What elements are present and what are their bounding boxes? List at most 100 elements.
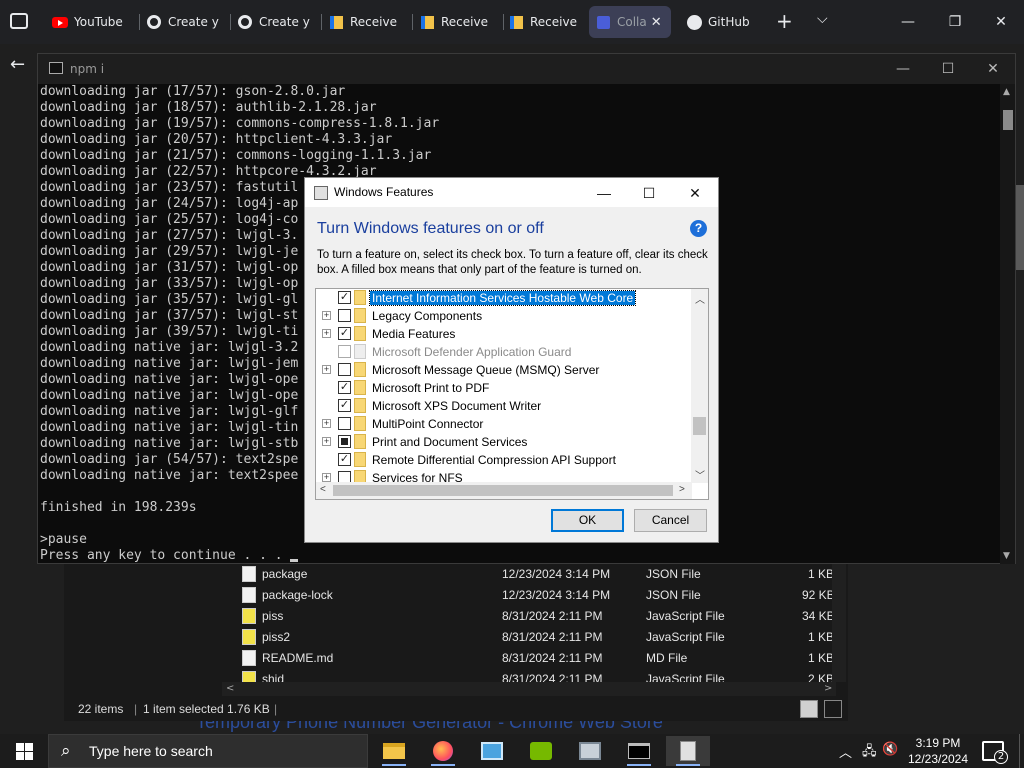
expand-icon[interactable]: + [322, 311, 331, 320]
file-name: README.md [262, 651, 334, 665]
feature-item[interactable]: + ✓ Media Features [316, 325, 692, 343]
js-file-icon [242, 608, 256, 624]
feature-checkbox[interactable] [338, 363, 351, 376]
scrollbar-thumb[interactable] [1003, 110, 1013, 130]
feature-checkbox[interactable] [338, 309, 351, 322]
feature-label: Media Features [372, 327, 456, 341]
table-row[interactable]: piss 8/31/2024 2:11 PM JavaScript File 3… [222, 606, 836, 627]
terminal-title-bar[interactable]: npm i — ☐ ✕ [38, 54, 1015, 84]
feature-item[interactable]: ✓ Microsoft XPS Document Writer [316, 397, 692, 415]
close-terminal-icon[interactable]: ✕ [973, 58, 1013, 80]
details-view-icon[interactable] [800, 700, 818, 718]
close-browser-icon[interactable]: ✕ [981, 8, 1021, 36]
remote-desktop-icon[interactable] [568, 736, 612, 766]
help-icon[interactable]: ? [690, 220, 707, 237]
feature-checkbox[interactable]: ✓ [338, 399, 351, 412]
feature-item[interactable]: + Print and Document Services [316, 433, 692, 451]
table-row[interactable]: README.md 8/31/2024 2:11 PM MD File 1 KB [222, 648, 836, 669]
feature-checkbox[interactable]: ✓ [338, 327, 351, 340]
maximize-terminal-icon[interactable]: ☐ [928, 58, 968, 80]
feature-item[interactable]: Microsoft Defender Application Guard [316, 343, 692, 361]
terminal-scrollbar[interactable]: ▲ ▼ [1000, 84, 1015, 564]
file-icon [242, 566, 256, 582]
tab-actions-icon[interactable] [10, 13, 28, 29]
start-button[interactable] [0, 734, 48, 768]
features-tree[interactable]: ✓ Internet Information Services Hostable … [315, 288, 709, 500]
maximize-dialog-icon[interactable]: ☐ [629, 181, 669, 205]
expand-icon[interactable]: + [322, 329, 331, 338]
features-horizontal-scrollbar[interactable]: < > [316, 482, 692, 499]
feature-label: Microsoft Print to PDF [372, 381, 490, 395]
large-icons-view-icon[interactable] [824, 700, 842, 718]
new-tab-button[interactable]: + [776, 9, 793, 33]
features-vertical-scrollbar[interactable]: ︿ ﹀ [691, 289, 708, 483]
table-row[interactable]: package 12/23/2024 3:14 PM JSON File 1 K… [222, 564, 836, 585]
scrollbar-thumb[interactable] [333, 485, 673, 496]
file-explorer-icon[interactable] [372, 736, 416, 766]
dialog-title-bar[interactable]: Windows Features — ☐ ✕ [305, 178, 718, 207]
expand-icon[interactable]: + [322, 419, 331, 428]
taskbar-search-box[interactable]: ⌕ Type here to search [48, 734, 368, 768]
js-file-icon [242, 671, 256, 682]
file-name: piss [262, 609, 284, 623]
feature-item[interactable]: + Legacy Components [316, 307, 692, 325]
file-type: JavaScript File [646, 609, 725, 623]
feature-item[interactable]: ✓ Internet Information Services Hostable … [316, 289, 692, 307]
minimize-terminal-icon[interactable]: — [883, 58, 923, 80]
tab-receive-2[interactable]: Receive [419, 6, 499, 38]
feature-item[interactable]: ✓ Microsoft Print to PDF [316, 379, 692, 397]
cancel-button[interactable]: Cancel [634, 509, 707, 532]
feature-checkbox[interactable]: ✓ [338, 381, 351, 394]
network-icon[interactable]: 🖧 [862, 742, 877, 764]
table-row[interactable]: piss2 8/31/2024 2:11 PM JavaScript File … [222, 627, 836, 648]
feature-item[interactable]: ✓ Remote Differential Compression API Sup… [316, 451, 692, 469]
table-row[interactable]: package-lock 12/23/2024 3:14 PM JSON Fil… [222, 585, 836, 606]
restore-browser-icon[interactable]: ❐ [935, 8, 975, 36]
taskbar-clock[interactable]: 3:19 PM 12/23/2024 [900, 734, 976, 768]
terminal-line: downloading jar (17/57): gson-2.8.0.jar [40, 84, 346, 99]
explorer-status-bar: 22 items | 1 item selected 1.76 KB | [64, 698, 848, 720]
file-list-horizontal-scrollbar[interactable]: < > [222, 682, 836, 696]
file-list-vertical-scrollbar[interactable] [832, 564, 846, 682]
terminal-icon[interactable] [617, 736, 661, 766]
expand-icon[interactable]: + [322, 365, 331, 374]
feature-checkbox[interactable] [338, 417, 351, 430]
feature-item[interactable]: + Microsoft Message Queue (MSMQ) Server [316, 361, 692, 379]
tab-youtube[interactable]: YouTube [52, 6, 134, 38]
firefox-icon[interactable] [421, 736, 465, 766]
show-desktop-button[interactable] [1019, 734, 1024, 768]
feature-checkbox[interactable]: ✓ [338, 291, 351, 304]
control-panel-icon[interactable] [470, 736, 514, 766]
show-hidden-icons-icon[interactable]: ︿ [839, 742, 852, 761]
file-type: JavaScript File [646, 672, 725, 682]
file-date: 8/31/2024 2:11 PM [502, 672, 603, 682]
volume-muted-icon[interactable]: 🔇 [882, 742, 898, 757]
tab-receive-1[interactable]: Receive [328, 6, 408, 38]
browser-side-scrollbar[interactable] [1016, 185, 1024, 270]
expand-icon[interactable]: + [322, 437, 331, 446]
feature-checkbox[interactable] [338, 435, 351, 448]
close-tab-icon[interactable]: ✕ [651, 15, 662, 30]
tab-search-chevron-icon[interactable]: ⌵ [817, 11, 828, 27]
tab-colla[interactable]: Colla ✕ [589, 6, 671, 38]
minimize-browser-icon[interactable]: — [888, 8, 928, 36]
tab-receive-3[interactable]: Receive [508, 6, 584, 38]
back-arrow-icon[interactable]: ← [10, 54, 38, 76]
tab-github[interactable]: GitHub [686, 6, 766, 38]
tab-label: Receive [441, 15, 488, 29]
table-row[interactable]: shid 8/31/2024 2:11 PM JavaScript File 2… [222, 669, 836, 682]
feature-checkbox[interactable]: ✓ [338, 453, 351, 466]
expand-icon[interactable]: + [322, 473, 331, 482]
feature-item[interactable]: + MultiPoint Connector [316, 415, 692, 433]
tab-create-2[interactable]: Create y [237, 6, 317, 38]
ok-button[interactable]: OK [551, 509, 624, 532]
windows-features-icon[interactable] [666, 736, 710, 766]
minimize-dialog-icon[interactable]: — [584, 181, 624, 205]
tab-create-1[interactable]: Create y [146, 6, 226, 38]
scrollbar-thumb[interactable] [693, 417, 706, 435]
nvidia-icon[interactable] [519, 736, 563, 766]
js-file-icon [242, 629, 256, 645]
file-size: 92 KB [802, 588, 835, 602]
close-dialog-icon[interactable]: ✕ [675, 181, 715, 205]
feature-checkbox[interactable] [338, 345, 351, 358]
